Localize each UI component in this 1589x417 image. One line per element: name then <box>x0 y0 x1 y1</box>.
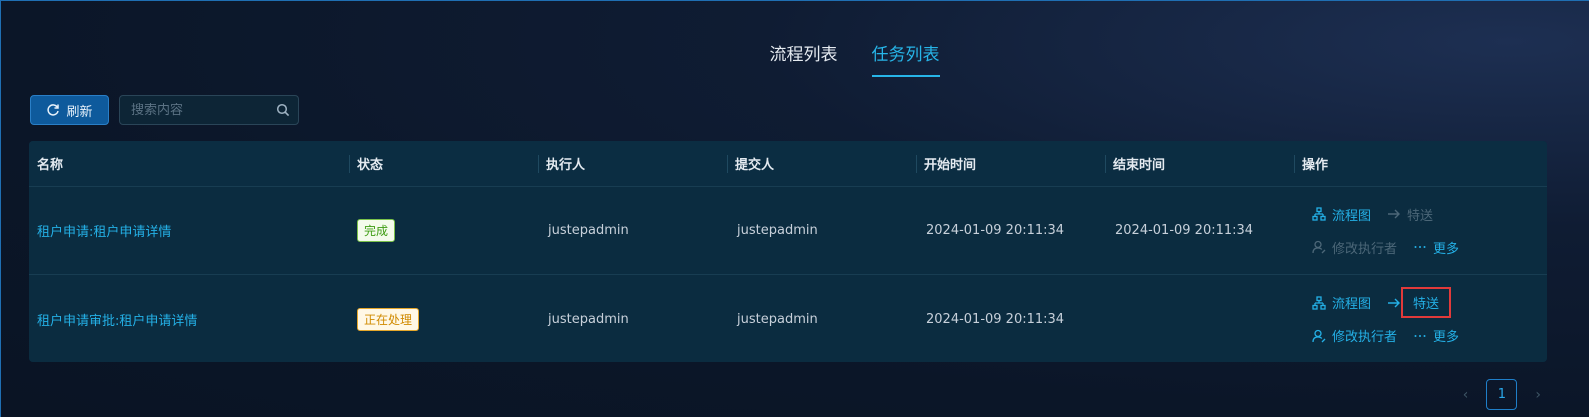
tab-process-list[interactable]: 流程列表 <box>770 36 838 77</box>
flowchart-icon <box>1312 207 1326 221</box>
more-label: 更多 <box>1433 330 1460 345</box>
arrow-right-icon <box>1388 209 1401 219</box>
more-button[interactable]: 更多 <box>1413 238 1459 257</box>
more-label: 更多 <box>1433 241 1460 257</box>
tab-task-list[interactable]: 任务列表 <box>871 36 940 77</box>
cell-end-time: 2024-01-09 20:11:34 <box>1115 223 1254 238</box>
cell-status: 完成 <box>349 187 538 274</box>
flowchart-button[interactable]: 流程图 <box>1312 205 1371 224</box>
flowchart-icon <box>1312 295 1326 310</box>
table-row: 租户申请:租户申请详情 完成 justepadmin justepadmin 2… <box>29 187 1547 275</box>
ops-line: 修改执行者 更多 <box>1312 326 1459 345</box>
header-name: 名称 <box>37 158 64 173</box>
search-box[interactable] <box>119 95 299 125</box>
cell-name: 租户申请审批:租户申请详情 <box>29 275 349 362</box>
task-name-link[interactable]: 租户申请:租户申请详情 <box>37 221 171 240</box>
header-end-time: 结束时间 <box>1105 141 1294 186</box>
cell-operations: 流程图 特送 修改执行者 更多 <box>1294 187 1547 274</box>
header-operations: 操作 <box>1294 141 1547 186</box>
search-icon[interactable] <box>276 103 290 117</box>
page-number-current[interactable]: 1 <box>1486 379 1518 410</box>
next-page-icon[interactable]: › <box>1535 387 1541 403</box>
ops-group: 流程图 特送 修改执行者 更多 <box>1302 205 1459 257</box>
cell-start-time: 2024-01-09 20:11:34 <box>926 311 1065 327</box>
cell-submitter: justepadmin <box>737 223 818 238</box>
flowchart-label: 流程图 <box>1332 208 1372 224</box>
modify-executor-label: 修改执行者 <box>1332 330 1398 345</box>
flowchart-button[interactable]: 流程图 <box>1312 293 1371 312</box>
user-edit-icon <box>1312 240 1326 254</box>
ops-group: 流程图 特送 修改执行者 更多 <box>1302 287 1459 345</box>
toolbar: 刷新 <box>30 95 299 125</box>
table-header: 名称 状态 执行人 提交人 开始时间 结束时间 操作 <box>29 141 1547 187</box>
forward-button[interactable]: 特送 <box>1387 287 1452 318</box>
status-badge: 正在处理 <box>357 307 420 331</box>
tab-group: 流程列表 任务列表 <box>770 36 940 77</box>
cell-executor: justepadmin <box>548 311 629 327</box>
forward-label: 特送 <box>1407 208 1434 224</box>
refresh-icon <box>46 103 60 117</box>
cell-submitter: justepadmin <box>737 311 818 327</box>
header-executor: 执行人 <box>538 141 727 186</box>
tab-bar: 流程列表 任务列表 <box>0 36 1589 77</box>
status-badge: 完成 <box>357 219 396 242</box>
refresh-label: 刷新 <box>66 104 93 120</box>
arrow-right-icon <box>1388 298 1401 307</box>
prev-page-icon[interactable]: ‹ <box>1463 387 1469 403</box>
ops-line: 流程图 特送 <box>1312 287 1459 318</box>
table-row: 租户申请审批:租户申请详情 正在处理 justepadmin justepadm… <box>29 275 1547 362</box>
search-input[interactable] <box>131 102 271 118</box>
forward-label: 特送 <box>1401 287 1452 318</box>
flowchart-label: 流程图 <box>1332 297 1372 312</box>
forward-button[interactable]: 特送 <box>1387 205 1433 224</box>
header-status: 状态 <box>349 141 538 186</box>
cell-executor: justepadmin <box>548 223 629 238</box>
cell-name: 租户申请:租户申请详情 <box>29 187 349 274</box>
task-table: 名称 状态 执行人 提交人 开始时间 结束时间 操作 租户申请:租户申请详情 完… <box>29 141 1547 362</box>
modify-executor-label: 修改执行者 <box>1332 241 1398 257</box>
ops-line: 流程图 特送 <box>1312 205 1459 224</box>
ops-line: 修改执行者 更多 <box>1312 238 1459 257</box>
cell-start-time: 2024-01-09 20:11:34 <box>926 223 1065 238</box>
ellipsis-icon <box>1414 246 1426 248</box>
header-submitter: 提交人 <box>727 141 916 186</box>
modify-executor-button[interactable]: 修改执行者 <box>1312 238 1397 257</box>
pagination: ‹ 1 › <box>1463 379 1541 410</box>
header-start-time: 开始时间 <box>916 141 1105 186</box>
cell-status: 正在处理 <box>349 275 538 362</box>
cell-end-time <box>1105 275 1294 362</box>
ellipsis-icon <box>1414 334 1426 337</box>
user-edit-icon <box>1312 329 1326 342</box>
cell-operations: 流程图 特送 修改执行者 更多 <box>1294 275 1547 362</box>
refresh-button[interactable]: 刷新 <box>30 95 109 125</box>
modify-executor-button[interactable]: 修改执行者 <box>1312 326 1397 345</box>
task-name-link[interactable]: 租户申请审批:租户申请详情 <box>37 310 197 329</box>
more-button[interactable]: 更多 <box>1413 326 1459 345</box>
